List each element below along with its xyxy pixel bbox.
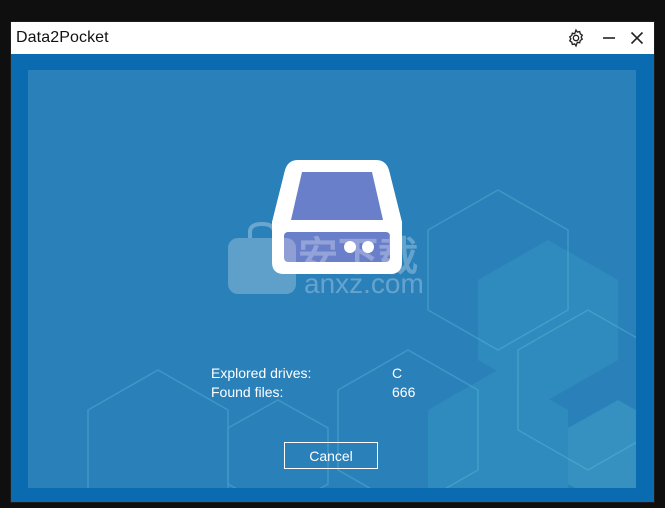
scan-panel: 安下载 anxz.com Explored drives: C Found fi… [28,70,636,488]
settings-button[interactable] [563,25,589,51]
explored-drives-value: C [392,365,403,381]
minimize-button[interactable] [596,25,622,51]
close-button[interactable] [624,25,650,51]
explored-drives-label: Explored drives: [211,365,312,381]
title-bar: Data2Pocket [11,22,654,54]
shield-bag-icon [228,221,296,294]
found-files-value: 666 [392,384,416,400]
close-icon [630,31,644,45]
found-files-label: Found files: [211,384,284,400]
cancel-button[interactable]: Cancel [284,442,378,469]
app-window: Data2Pocket 安下载 anxz.com Explored drives… [11,22,654,502]
cancel-button-label: Cancel [309,447,353,464]
window-title: Data2Pocket [16,29,109,46]
minimize-icon [603,37,615,39]
gear-icon [568,28,584,48]
watermark-url: anxz.com [304,268,424,299]
